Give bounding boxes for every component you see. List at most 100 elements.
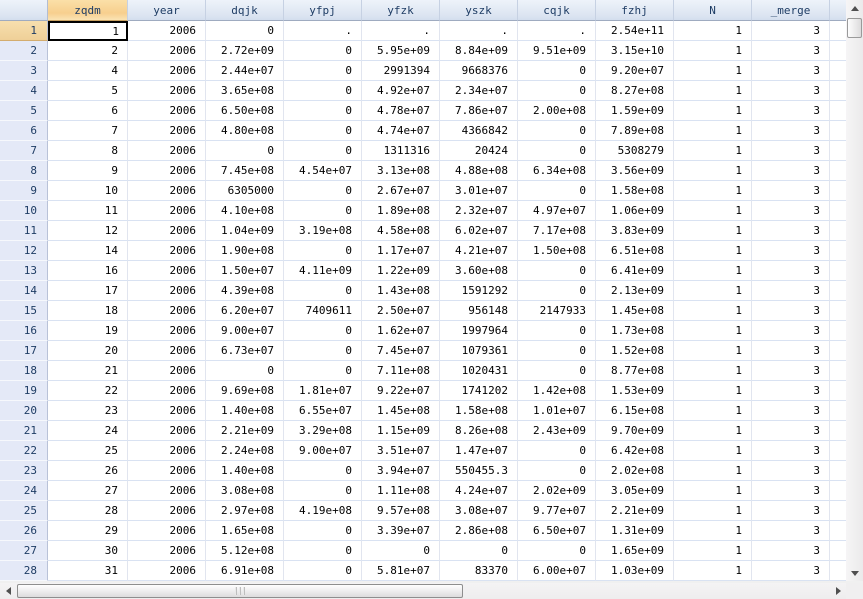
column-header-merge[interactable]: _merge <box>752 0 830 21</box>
cell[interactable]: 2006 <box>128 501 206 521</box>
cell[interactable]: 9.20e+07 <box>596 61 674 81</box>
cell[interactable]: 7.11e+08 <box>362 361 440 381</box>
cell[interactable]: 1 <box>674 141 752 161</box>
cell[interactable]: 3 <box>752 261 830 281</box>
cell[interactable]: 2006 <box>128 301 206 321</box>
cell[interactable]: 1 <box>674 241 752 261</box>
cell[interactable]: 1.01e+07 <box>518 401 596 421</box>
row-number[interactable]: 11 <box>0 221 48 241</box>
cell[interactable]: 7.89e+08 <box>596 121 674 141</box>
cell[interactable]: 7 <box>48 121 128 141</box>
cell[interactable]: 2.13e+09 <box>596 281 674 301</box>
cell[interactable]: 0 <box>284 41 362 61</box>
scroll-down-button[interactable] <box>846 565 863 581</box>
cell[interactable]: 0 <box>518 261 596 281</box>
row-number[interactable]: 21 <box>0 421 48 441</box>
cell[interactable]: 1 <box>674 321 752 341</box>
cell[interactable]: 4.74e+07 <box>362 121 440 141</box>
cell[interactable]: 0 <box>518 321 596 341</box>
cell[interactable]: 1.50e+08 <box>518 241 596 261</box>
cell[interactable]: 31 <box>48 561 128 581</box>
cell[interactable]: 20 <box>48 341 128 361</box>
cell[interactable]: 1 <box>674 61 752 81</box>
cell[interactable]: 1.40e+08 <box>206 461 284 481</box>
cell[interactable]: 1.31e+09 <box>596 521 674 541</box>
cell[interactable]: 0 <box>284 341 362 361</box>
cell[interactable]: 4.58e+08 <box>362 221 440 241</box>
row-number[interactable]: 26 <box>0 521 48 541</box>
column-header-yszk[interactable]: yszk <box>440 0 518 21</box>
cell[interactable]: 4.80e+08 <box>206 121 284 141</box>
scroll-right-button[interactable] <box>830 583 846 599</box>
cell[interactable]: 2006 <box>128 261 206 281</box>
cell[interactable]: 0 <box>518 361 596 381</box>
cell[interactable]: 6.15e+08 <box>596 401 674 421</box>
row-number[interactable]: 18 <box>0 361 48 381</box>
cell[interactable]: 0 <box>518 141 596 161</box>
cell[interactable]: 0 <box>284 201 362 221</box>
cell[interactable]: 9.22e+07 <box>362 381 440 401</box>
cell[interactable]: 2006 <box>128 521 206 541</box>
cell[interactable]: 5.81e+07 <box>362 561 440 581</box>
cell[interactable]: 2.02e+09 <box>518 481 596 501</box>
cell[interactable]: 0 <box>284 281 362 301</box>
cell[interactable]: 5.12e+08 <box>206 541 284 561</box>
cell[interactable]: 1591292 <box>440 281 518 301</box>
cell[interactable]: 1 <box>674 501 752 521</box>
cell[interactable]: 6.73e+07 <box>206 341 284 361</box>
cell[interactable]: 1 <box>674 341 752 361</box>
row-number[interactable]: 2 <box>0 41 48 61</box>
cell[interactable]: 0 <box>518 61 596 81</box>
cell[interactable]: 550455.3 <box>440 461 518 481</box>
cell[interactable]: 3 <box>752 361 830 381</box>
cell[interactable]: 3.39e+07 <box>362 521 440 541</box>
cell[interactable]: 4.19e+08 <box>284 501 362 521</box>
row-number[interactable]: 15 <box>0 301 48 321</box>
cell[interactable]: 3.01e+07 <box>440 181 518 201</box>
cell[interactable]: 2.67e+07 <box>362 181 440 201</box>
cell[interactable]: 2006 <box>128 541 206 561</box>
cell[interactable]: 1.53e+09 <box>596 381 674 401</box>
column-header-fzhj[interactable]: fzhj <box>596 0 674 21</box>
cell[interactable]: 1 <box>674 161 752 181</box>
cell[interactable]: 0 <box>284 101 362 121</box>
cell[interactable]: 10 <box>48 181 128 201</box>
cell[interactable]: 1.52e+08 <box>596 341 674 361</box>
cell[interactable]: 9.00e+07 <box>206 321 284 341</box>
cell[interactable]: 0 <box>284 461 362 481</box>
column-header-cqjk[interactable]: cqjk <box>518 0 596 21</box>
cell[interactable]: 3.60e+08 <box>440 261 518 281</box>
cell[interactable]: 6305000 <box>206 181 284 201</box>
cell[interactable]: 1.65e+09 <box>596 541 674 561</box>
cell[interactable]: 3 <box>752 301 830 321</box>
cell[interactable]: 3 <box>752 161 830 181</box>
cell[interactable]: 5 <box>48 81 128 101</box>
cell[interactable]: 0 <box>206 141 284 161</box>
cell[interactable]: 6.50e+08 <box>206 101 284 121</box>
cell[interactable]: 4.11e+09 <box>284 261 362 281</box>
cell[interactable]: 2.21e+09 <box>596 501 674 521</box>
cell[interactable]: 6.50e+07 <box>518 521 596 541</box>
cell[interactable]: 3 <box>752 201 830 221</box>
cell[interactable]: 3 <box>752 21 830 41</box>
cell[interactable]: 1 <box>674 101 752 121</box>
cell[interactable]: 6.20e+07 <box>206 301 284 321</box>
cell[interactable]: 21 <box>48 361 128 381</box>
cell[interactable]: 1 <box>674 181 752 201</box>
cell[interactable]: 5.95e+09 <box>362 41 440 61</box>
cell[interactable]: 0 <box>518 441 596 461</box>
cell[interactable]: 16 <box>48 261 128 281</box>
cell[interactable]: 2006 <box>128 101 206 121</box>
cell[interactable]: 3.56e+09 <box>596 161 674 181</box>
cell[interactable]: 3 <box>752 341 830 361</box>
cell[interactable]: 3.13e+08 <box>362 161 440 181</box>
cell[interactable]: 1 <box>674 381 752 401</box>
cell[interactable]: 2147933 <box>518 301 596 321</box>
cell[interactable]: 1311316 <box>362 141 440 161</box>
cell[interactable]: 12 <box>48 221 128 241</box>
cell[interactable]: 2006 <box>128 161 206 181</box>
cell[interactable]: 2.24e+08 <box>206 441 284 461</box>
cell[interactable]: 8.27e+08 <box>596 81 674 101</box>
cell[interactable]: 0 <box>284 121 362 141</box>
cell[interactable]: 1 <box>674 301 752 321</box>
